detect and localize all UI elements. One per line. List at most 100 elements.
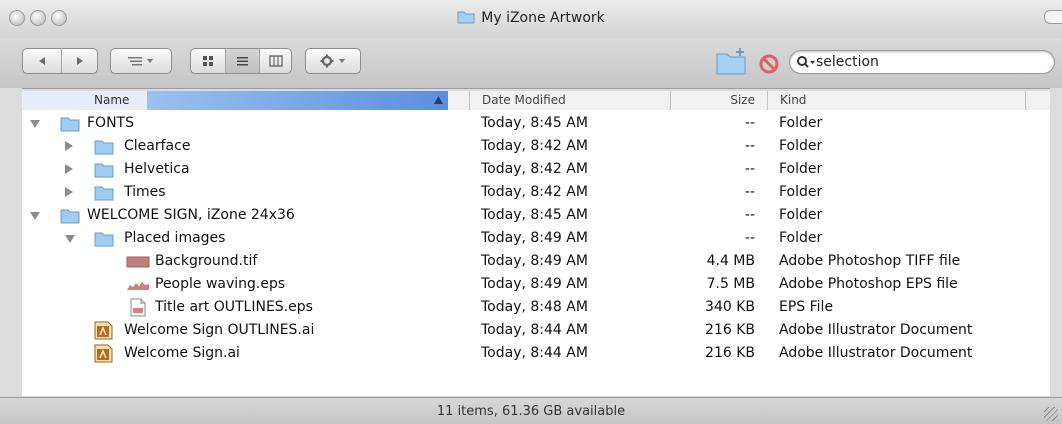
eps-image-icon <box>127 282 149 290</box>
table-row[interactable]: Background.tif Today, 8:49 AM 4.4 MB Ado… <box>22 250 1050 273</box>
window-title: My iZone Artwork <box>0 9 1062 26</box>
row-name: Times <box>124 184 166 200</box>
row-date: Today, 8:45 AM <box>481 115 588 131</box>
folder-icon <box>94 186 114 201</box>
column-header-spacer <box>1025 91 1050 110</box>
left-arrow-icon <box>39 57 45 65</box>
search-input[interactable] <box>816 53 1046 71</box>
nav-buttons <box>22 48 98 74</box>
table-row[interactable]: Helvetica Today, 8:42 AM -- Folder <box>22 158 1050 181</box>
grid-icon <box>203 56 213 66</box>
row-kind: Adobe Illustrator Document <box>779 345 973 361</box>
path-button[interactable] <box>110 48 172 74</box>
window-right-edge <box>1050 88 1062 397</box>
row-size: -- <box>744 138 755 154</box>
row-size: -- <box>744 207 755 223</box>
column-header-size-label: Size <box>730 93 755 107</box>
row-kind: Folder <box>779 230 823 246</box>
path-menu[interactable] <box>111 49 171 73</box>
row-kind: Adobe Illustrator Document <box>779 322 973 338</box>
table-row[interactable]: Title art OUTLINES.eps Today, 8:48 AM 34… <box>22 296 1050 319</box>
row-size: 7.5 MB <box>706 276 755 292</box>
row-name: FONTS <box>87 115 134 131</box>
row-kind: Adobe Photoshop TIFF file <box>779 253 961 269</box>
table-row[interactable]: People waving.eps Today, 8:49 AM 7.5 MB … <box>22 273 1050 296</box>
row-kind: Folder <box>779 138 823 154</box>
disclosure-triangle-open-icon[interactable] <box>30 212 40 220</box>
column-header-name[interactable]: Name <box>22 91 448 110</box>
table-row[interactable]: Welcome Sign OUTLINES.ai Today, 8:44 AM … <box>22 319 1050 342</box>
illustrator-file-icon <box>94 321 113 340</box>
row-kind: Folder <box>779 207 823 223</box>
column-header-date[interactable]: Date Modified <box>469 91 689 110</box>
finder-window: My iZone Artwork selection Name Date Mod… <box>0 0 1062 424</box>
row-name: WELCOME SIGN, iZone 24x36 <box>87 207 295 223</box>
row-date: Today, 8:49 AM <box>481 253 588 269</box>
window-title-text: My iZone Artwork <box>481 10 605 26</box>
right-arrow-icon <box>76 57 83 65</box>
forward-button[interactable] <box>61 49 97 73</box>
title-bar: My iZone Artwork <box>0 0 1062 39</box>
view-switcher <box>190 48 292 74</box>
table-row[interactable]: Times Today, 8:42 AM -- Folder <box>22 181 1050 204</box>
disclosure-triangle-closed-icon[interactable] <box>65 141 73 151</box>
folder-icon <box>94 232 114 247</box>
columns-icon <box>268 55 283 67</box>
disclosure-triangle-open-icon[interactable] <box>65 235 75 243</box>
row-kind: EPS File <box>779 299 834 315</box>
new-folder-icon[interactable] <box>714 47 748 77</box>
row-size: 216 KB <box>705 345 755 361</box>
table-row[interactable]: WELCOME SIGN, iZone 24x36 Today, 8:45 AM… <box>22 204 1050 227</box>
row-kind: Folder <box>779 115 823 131</box>
action-menu[interactable] <box>306 49 360 73</box>
search-icon <box>797 56 815 68</box>
row-date: Today, 8:49 AM <box>481 230 588 246</box>
tiff-file-icon <box>126 256 150 268</box>
path-list-icon <box>128 57 153 66</box>
row-name: Title art OUTLINES.eps <box>155 299 313 315</box>
column-header-kind[interactable]: Kind <box>767 91 1025 110</box>
column-view-button[interactable] <box>259 49 291 73</box>
table-row[interactable]: Clearface Today, 8:42 AM -- Folder <box>22 135 1050 158</box>
disclosure-triangle-closed-icon[interactable] <box>65 187 73 197</box>
row-date: Today, 8:42 AM <box>481 161 588 177</box>
folder-icon <box>457 11 475 24</box>
search-field[interactable] <box>789 50 1055 74</box>
eps-document-icon <box>130 298 146 317</box>
disclosure-triangle-closed-icon[interactable] <box>65 164 73 174</box>
action-button[interactable] <box>305 48 361 74</box>
column-header-size[interactable]: Size <box>670 91 767 110</box>
resize-grip-icon[interactable] <box>1044 407 1058 421</box>
delete-icon[interactable] <box>758 53 780 75</box>
table-row[interactable]: Placed images Today, 8:49 AM -- Folder <box>22 227 1050 250</box>
row-date: Today, 8:42 AM <box>481 184 588 200</box>
row-size: 340 KB <box>705 299 755 315</box>
row-size: 4.4 MB <box>706 253 755 269</box>
row-size: -- <box>744 230 755 246</box>
icon-view-button[interactable] <box>191 49 225 73</box>
column-header-date-label: Date Modified <box>482 93 566 107</box>
column-header: Name Date Modified Size Kind <box>22 91 1050 111</box>
row-kind: Folder <box>779 184 823 200</box>
list-view-button[interactable] <box>225 49 259 73</box>
toolbar-toggle-button[interactable] <box>1044 10 1062 24</box>
row-name: Clearface <box>124 138 191 154</box>
row-name: Welcome Sign.ai <box>124 345 240 361</box>
row-size: -- <box>744 115 755 131</box>
window-left-edge <box>0 88 22 397</box>
row-name: Helvetica <box>124 161 190 177</box>
table-row[interactable]: Welcome Sign.ai Today, 8:44 AM 216 KB Ad… <box>22 342 1050 365</box>
row-date: Today, 8:44 AM <box>481 345 588 361</box>
row-size: 216 KB <box>705 322 755 338</box>
row-date: Today, 8:45 AM <box>481 207 588 223</box>
folder-icon <box>94 163 114 178</box>
sort-ascending-icon <box>434 96 443 104</box>
table-row[interactable]: FONTS Today, 8:45 AM -- Folder <box>22 112 1050 135</box>
status-text: 11 items, 61.36 GB available <box>436 404 626 419</box>
row-date: Today, 8:42 AM <box>481 138 588 154</box>
row-name: Background.tif <box>155 253 258 269</box>
disclosure-triangle-open-icon[interactable] <box>30 120 40 128</box>
illustrator-file-icon <box>94 344 113 363</box>
back-button[interactable] <box>23 49 61 73</box>
row-kind: Folder <box>779 161 823 177</box>
